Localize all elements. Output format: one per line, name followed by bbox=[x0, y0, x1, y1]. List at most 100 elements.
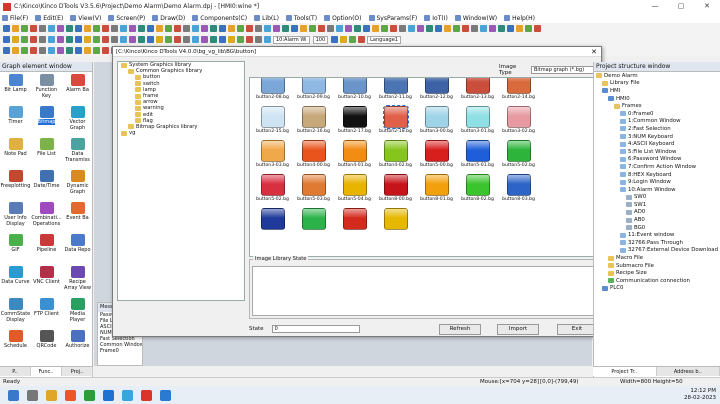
toolbar-tool-icon[interactable] bbox=[390, 25, 397, 32]
language-select[interactable]: Language1 bbox=[367, 35, 401, 44]
format-tool-icon[interactable] bbox=[39, 36, 46, 43]
image-thumbnail[interactable]: button2-15.bg bbox=[252, 106, 293, 140]
toolbar-tool-icon[interactable] bbox=[48, 25, 55, 32]
graph-element-item[interactable]: QRCode bbox=[31, 328, 62, 360]
graph-element-item[interactable]: Recipe Array View bbox=[62, 264, 93, 296]
graph-element-item[interactable]: Note Pad bbox=[0, 136, 31, 168]
align-tool-icon[interactable] bbox=[349, 36, 357, 43]
toolbar-tool-icon[interactable] bbox=[336, 25, 343, 32]
project-tree-node[interactable]: 7:Confirm Action Window bbox=[594, 163, 720, 171]
toolbar-tool-icon[interactable] bbox=[426, 25, 433, 32]
toolbar-tool-icon[interactable] bbox=[66, 25, 73, 32]
project-tree-node[interactable]: 32766:Pass Through bbox=[594, 239, 720, 247]
format-tool-icon[interactable] bbox=[237, 36, 244, 43]
toolbar-tool-icon[interactable] bbox=[147, 25, 154, 32]
toolbar-tool-icon[interactable] bbox=[30, 25, 37, 32]
graph-element-item[interactable]: Vector Graph bbox=[62, 104, 93, 136]
image-thumbnail[interactable]: button3-02.bg bbox=[498, 106, 539, 140]
graph-element-item[interactable]: VNC Client bbox=[31, 264, 62, 296]
window-select[interactable]: 10:Alarm Wi bbox=[273, 35, 310, 44]
toolbar-tool-icon[interactable] bbox=[345, 25, 352, 32]
image-thumbnail[interactable] bbox=[334, 208, 375, 242]
format-tool-icon[interactable] bbox=[84, 36, 91, 43]
toolbar-tool-icon[interactable] bbox=[84, 25, 91, 32]
project-tree-node[interactable]: 9:Login Window bbox=[594, 178, 720, 186]
format-tool-icon[interactable] bbox=[138, 36, 145, 43]
image-thumbnail[interactable] bbox=[539, 174, 580, 208]
format-tool-icon[interactable] bbox=[192, 36, 199, 43]
toolbar-tool-icon[interactable] bbox=[246, 25, 253, 32]
tab-functions[interactable]: Func.. bbox=[31, 367, 62, 376]
format-tool-icon[interactable] bbox=[129, 36, 136, 43]
project-tree-node[interactable]: Communication connection bbox=[594, 277, 720, 285]
project-tree-node[interactable]: 11:Event window bbox=[594, 231, 720, 239]
exit-button[interactable]: Exit bbox=[557, 324, 597, 335]
format-tool-icon[interactable] bbox=[57, 36, 64, 43]
dialog-close-button[interactable]: ✕ bbox=[591, 48, 597, 56]
maximize-button[interactable]: ▢ bbox=[668, 0, 694, 13]
project-tree-node[interactable]: 1:Common Window bbox=[594, 118, 720, 126]
project-tree-node[interactable]: 8:HEX Keyboard bbox=[594, 171, 720, 179]
taskbar-app-icon[interactable] bbox=[160, 389, 171, 401]
toolbar-tool-icon[interactable] bbox=[354, 25, 361, 32]
tab-project[interactable]: Proj.. bbox=[62, 367, 93, 376]
project-tree-node[interactable]: 6:Password Window bbox=[594, 156, 720, 164]
draw-tool-icon[interactable] bbox=[93, 47, 100, 54]
align-tool-icon[interactable] bbox=[340, 36, 348, 43]
draw-tool-icon[interactable] bbox=[3, 47, 10, 54]
import-button[interactable]: Import bbox=[497, 324, 539, 335]
draw-tool-icon[interactable] bbox=[84, 47, 91, 54]
menu-item[interactable]: Help(H) bbox=[504, 15, 535, 22]
toolbar-tool-icon[interactable] bbox=[327, 25, 334, 32]
toolbar-tool-icon[interactable] bbox=[210, 25, 217, 32]
graph-element-item[interactable]: GIF bbox=[0, 232, 31, 264]
image-thumbnail[interactable]: button2-14.bg bbox=[498, 78, 539, 106]
graph-element-item[interactable]: FTP Client bbox=[31, 296, 62, 328]
graph-element-item[interactable]: File List bbox=[31, 136, 62, 168]
image-thumbnail[interactable] bbox=[539, 78, 580, 106]
format-tool-icon[interactable] bbox=[30, 36, 37, 43]
toolbar-tool-icon[interactable] bbox=[102, 25, 109, 32]
toolbar-tool-icon[interactable] bbox=[534, 25, 541, 32]
draw-tool-icon[interactable] bbox=[75, 47, 82, 54]
toolbar-tool-icon[interactable] bbox=[516, 25, 523, 32]
image-thumbnail[interactable]: button5-01.bg bbox=[457, 140, 498, 174]
image-thumbnail[interactable]: button8-00.bg bbox=[375, 174, 416, 208]
tab-address-book[interactable]: Address b.. bbox=[657, 367, 720, 376]
image-thumbnail[interactable]: button2-18.bg bbox=[375, 105, 416, 140]
menu-item[interactable]: SysParams(F) bbox=[368, 15, 417, 22]
project-tree-node[interactable]: HMI bbox=[594, 87, 720, 95]
graph-element-item[interactable]: Dynamic Graph bbox=[62, 168, 93, 200]
graph-element-item[interactable]: Alarm Ba bbox=[62, 72, 93, 104]
image-thumbnail[interactable]: button2-08.bg bbox=[252, 78, 293, 106]
image-thumbnail[interactable]: button5-02.bg bbox=[252, 174, 293, 208]
graph-element-item[interactable]: Schedule bbox=[0, 328, 31, 360]
menu-item[interactable]: Tools(T) bbox=[285, 15, 317, 22]
project-tree-node[interactable]: 10:Alarm Window bbox=[594, 186, 720, 194]
close-button[interactable]: ✕ bbox=[694, 0, 720, 13]
image-thumbnail[interactable] bbox=[539, 106, 580, 140]
toolbar-tool-icon[interactable] bbox=[219, 25, 226, 32]
image-thumbnail[interactable]: button2-11.bg bbox=[375, 78, 416, 106]
menu-item[interactable]: IoT(I) bbox=[424, 15, 448, 22]
toolbar-tool-icon[interactable] bbox=[165, 25, 172, 32]
menu-item[interactable]: Draw(D) bbox=[152, 15, 185, 22]
format-tool-icon[interactable] bbox=[183, 36, 190, 43]
graph-element-item[interactable]: User Info Display bbox=[0, 200, 31, 232]
format-tool-icon[interactable] bbox=[111, 36, 118, 43]
image-thumbnail[interactable] bbox=[375, 208, 416, 242]
format-tool-icon[interactable] bbox=[12, 36, 19, 43]
menu-item[interactable]: Lib(L) bbox=[254, 15, 279, 22]
graph-element-item[interactable]: Authorize bbox=[62, 328, 93, 360]
project-tree-node[interactable]: 32767:External Device Download bbox=[594, 247, 720, 255]
toolbar-tool-icon[interactable] bbox=[453, 25, 460, 32]
image-thumbnail[interactable]: button4-00.bg bbox=[293, 140, 334, 174]
format-tool-icon[interactable] bbox=[174, 36, 181, 43]
format-tool-icon[interactable] bbox=[228, 36, 235, 43]
toolbar-tool-icon[interactable] bbox=[489, 25, 496, 32]
toolbar-tool-icon[interactable] bbox=[192, 25, 199, 32]
toolbar-tool-icon[interactable] bbox=[462, 25, 469, 32]
format-tool-icon[interactable] bbox=[120, 36, 127, 43]
image-thumbnail[interactable]: button5-02.bg bbox=[498, 140, 539, 174]
graph-element-item[interactable]: Bit Lamp bbox=[0, 72, 31, 104]
